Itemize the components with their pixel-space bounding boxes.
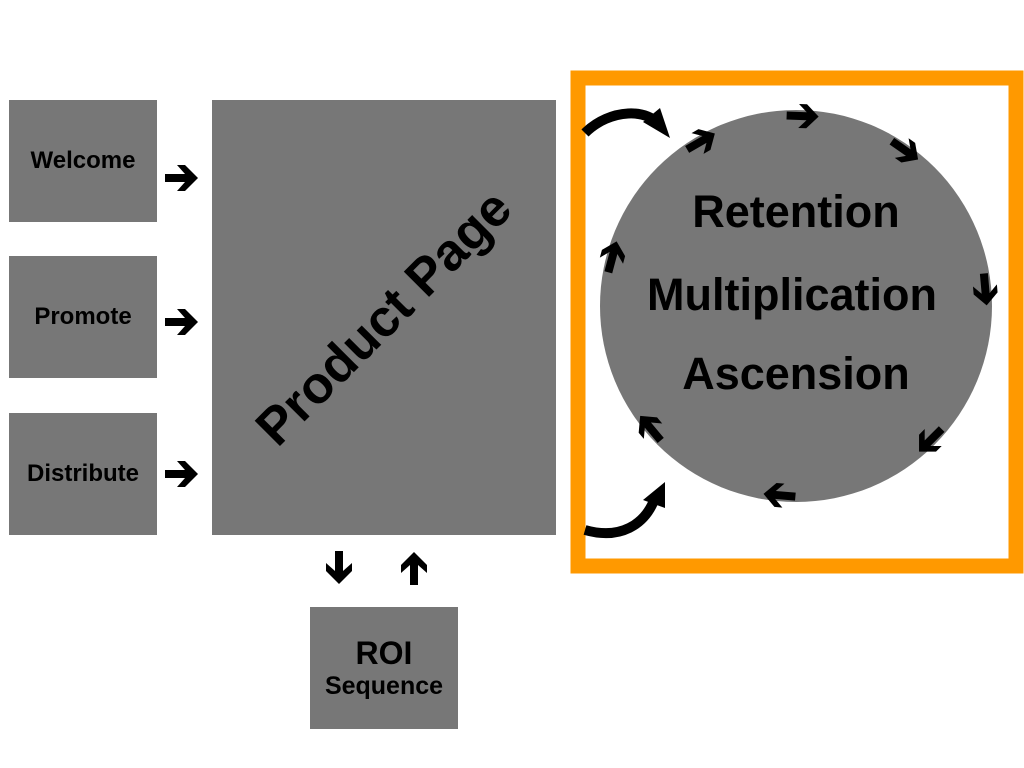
stage-ascension: Ascension [682,348,910,399]
stage-multiplication: Multiplication [647,269,937,320]
curved-arrow-icon [583,496,660,539]
stage-retention: Retention [692,186,900,237]
